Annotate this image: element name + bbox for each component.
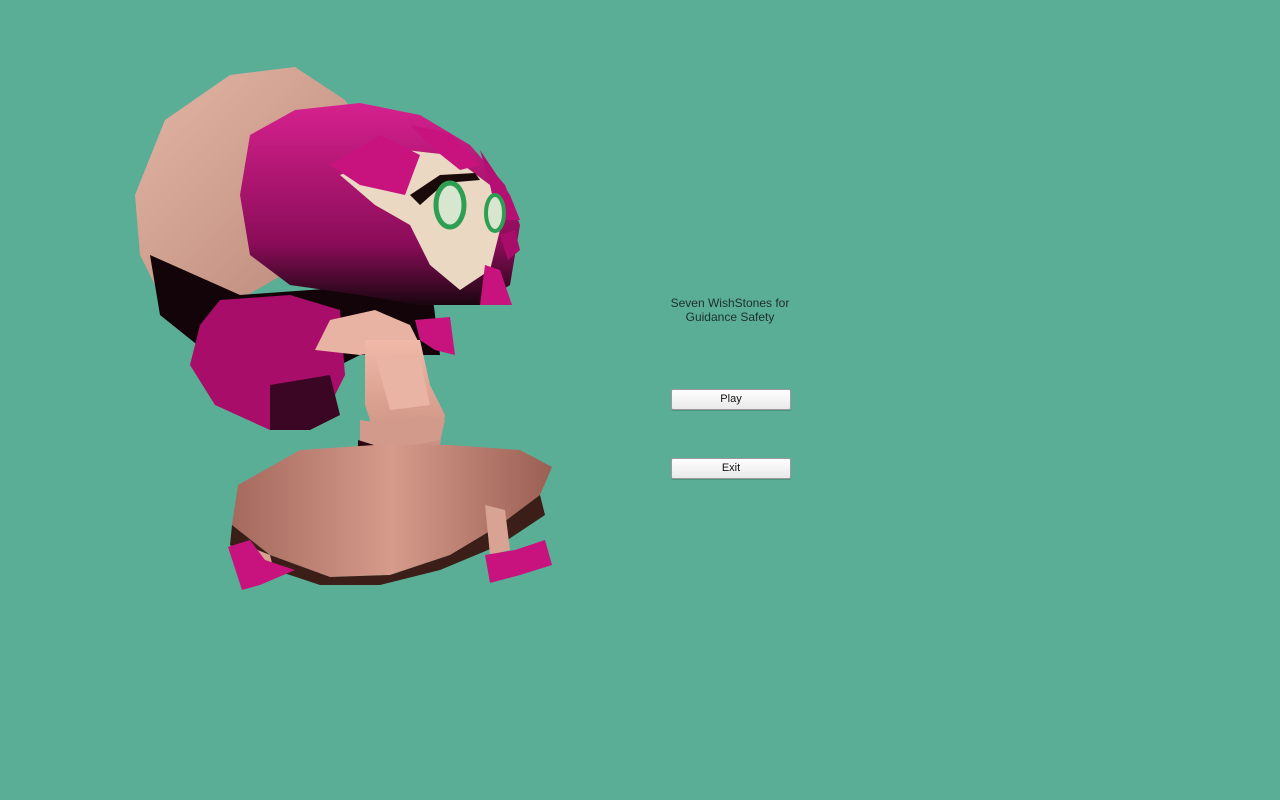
right-eye-icon — [484, 193, 506, 233]
exit-button[interactable]: Exit — [671, 458, 791, 479]
game-title-line1: Seven WishStones for — [670, 296, 790, 310]
game-title: Seven WishStones for Guidance Safety — [640, 296, 820, 324]
game-title-line2: Guidance Safety — [685, 310, 775, 324]
play-button[interactable]: Play — [671, 389, 791, 410]
main-menu: Seven WishStones for Guidance Safety Pla… — [640, 290, 820, 479]
hair-side-shadow-shape — [270, 375, 340, 430]
left-eye-icon — [433, 180, 467, 230]
girl-character-model — [135, 67, 552, 590]
game-scene: Seven WishStones for Guidance Safety Pla… — [0, 0, 1280, 800]
